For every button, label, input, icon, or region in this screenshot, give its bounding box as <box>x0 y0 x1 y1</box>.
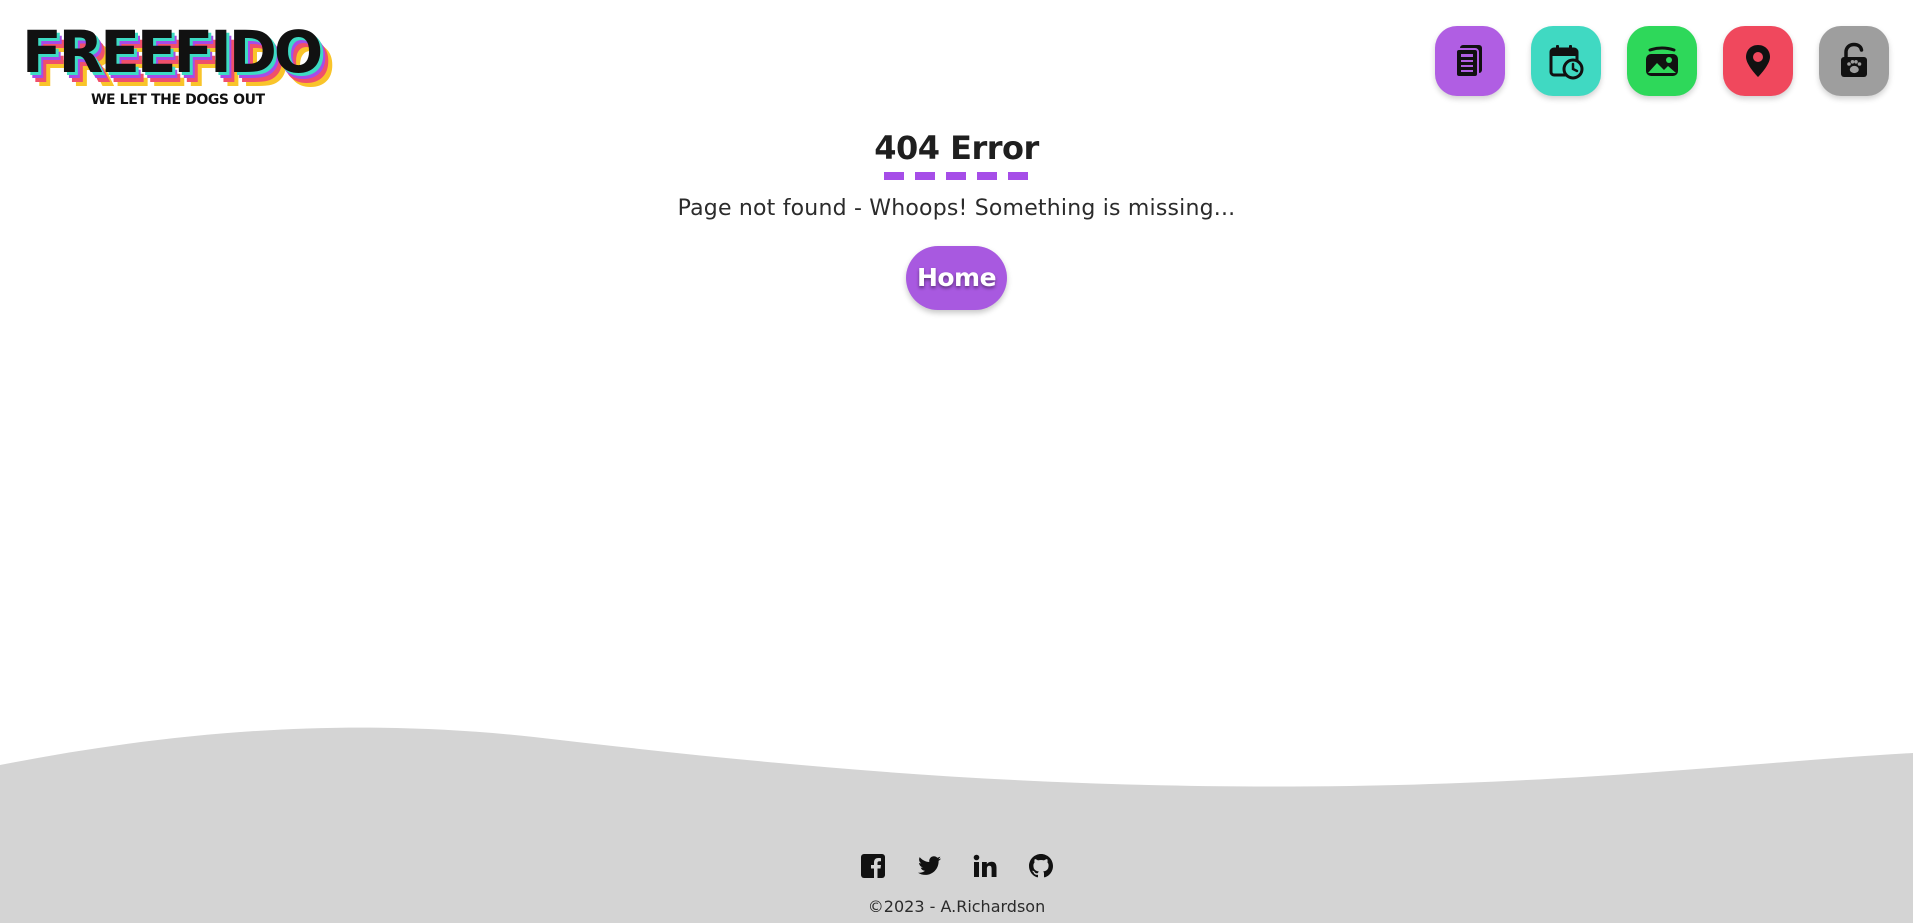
logo-wordmark: FREEFIDO FREEFIDO FREEFIDO FREEFIDO FREE… <box>22 18 335 98</box>
twitter-icon <box>917 856 941 875</box>
photo-gallery-icon <box>1646 46 1678 76</box>
newspaper-icon <box>1455 45 1482 78</box>
calendar-clock-icon <box>1549 45 1584 80</box>
unlock-paw-icon <box>1841 42 1867 77</box>
map-pin-icon <box>1746 45 1770 77</box>
login-nav-button[interactable] <box>1819 26 1889 96</box>
github-icon <box>1028 854 1053 878</box>
logo-tagline: WE LET THE DOGS OUT <box>91 92 265 108</box>
error-message: Page not found - Whoops! Something is mi… <box>677 196 1236 221</box>
github-link[interactable] <box>1027 852 1055 880</box>
events-nav-button[interactable] <box>1531 26 1601 96</box>
page-title: 404 Error <box>874 129 1039 167</box>
footer-wave <box>0 727 1913 923</box>
logo-text: FREEFIDO <box>22 18 323 86</box>
top-nav <box>1435 26 1889 96</box>
social-links <box>0 852 1913 880</box>
home-button[interactable]: Home <box>905 246 1008 310</box>
title-dashed-underline <box>883 172 1030 180</box>
news-nav-button[interactable] <box>1435 26 1505 96</box>
linkedin-link[interactable] <box>971 852 999 880</box>
facebook-icon <box>860 854 885 878</box>
gallery-nav-button[interactable] <box>1627 26 1697 96</box>
twitter-link[interactable] <box>915 852 943 880</box>
location-nav-button[interactable] <box>1723 26 1793 96</box>
facebook-link[interactable] <box>859 852 887 880</box>
main-content: 404 Error Page not found - Whoops! Somet… <box>0 128 1913 310</box>
freefido-logo[interactable]: FREEFIDO FREEFIDO FREEFIDO FREEFIDO FREE… <box>22 18 335 110</box>
page: FREEFIDO FREEFIDO FREEFIDO FREEFIDO FREE… <box>0 0 1913 923</box>
linkedin-icon <box>973 854 996 877</box>
copyright-text: ©2023 - A.Richardson <box>867 897 1046 916</box>
